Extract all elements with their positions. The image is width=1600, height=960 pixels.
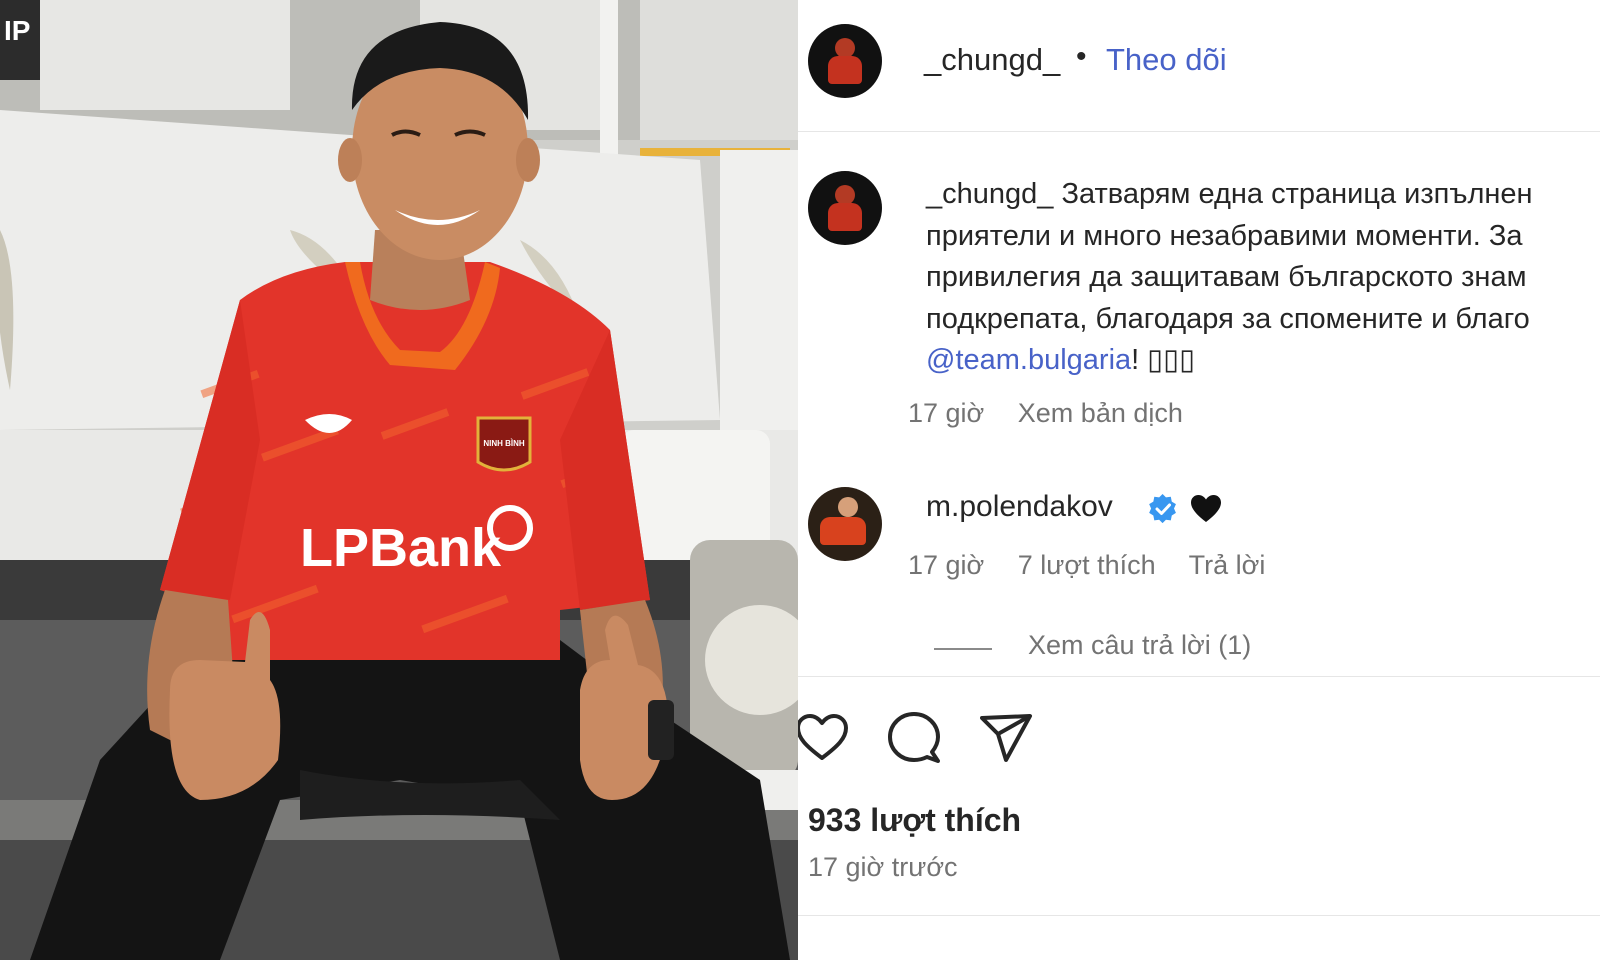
verified-badge-icon (1149, 494, 1176, 524)
bottom-divider (798, 915, 1600, 916)
post-header: _chungd_ • Theo dõi (798, 0, 1600, 132)
post-photo[interactable]: IP NINH BÌNH LPBank (0, 0, 798, 960)
translate-link[interactable]: Xem bản dịch (1018, 398, 1183, 428)
black-heart-icon (1191, 495, 1221, 522)
mention-link[interactable]: @team.bulgaria (926, 344, 1131, 376)
caption-line-3: привилегия да защитавам българското знам (926, 261, 1527, 293)
posted-time: 17 giờ trước (808, 852, 958, 882)
actions-divider (798, 676, 1600, 677)
player-photo-illustration: IP NINH BÌNH LPBank (0, 0, 798, 960)
comment-icon[interactable] (884, 708, 944, 768)
comment-time: 17 giờ (908, 550, 985, 580)
caption-line-2: приятели и много незабравими моменти. За (926, 219, 1523, 252)
instagram-post-panel: _chungd_ • Theo dõi _chungd_ Затварям ед… (798, 0, 1600, 960)
header-separator: • (1076, 40, 1087, 73)
comment-likes[interactable]: 7 lượt thích (1018, 550, 1156, 580)
corner-sign-text: IP (4, 15, 30, 46)
reply-button[interactable]: Trả lời (1189, 550, 1266, 580)
caption-text: _chungd_ Затварям една страница изпълнен… (926, 174, 1600, 382)
comment-meta: 17 giờ 7 lượt thích Trả lời (908, 550, 1291, 581)
caption-time: 17 giờ (908, 398, 985, 428)
commenter-avatar[interactable] (808, 487, 882, 561)
caption-avatar[interactable] (808, 171, 882, 245)
likes-count[interactable]: 933 lượt thích (808, 802, 1021, 839)
caption-line-4: подкрепата, благодаря за спомените и бла… (926, 302, 1530, 335)
heart-icon[interactable] (798, 708, 852, 768)
shirt-sponsor-text: LPBank (300, 518, 502, 578)
badge-text: NINH BÌNH (483, 439, 525, 448)
caption-line-1: Затварям една страница изпълнен (1061, 178, 1533, 210)
caption-meta: 17 giờ Xem bản dịch (908, 398, 1209, 429)
commenter-username[interactable]: m.polendakov (926, 490, 1113, 524)
caption-suffix: ! ▯▯▯ (1131, 344, 1196, 376)
follow-button[interactable]: Theo dõi (1106, 42, 1227, 78)
author-username[interactable]: _chungd_ (924, 42, 1060, 78)
author-avatar[interactable] (808, 24, 882, 98)
replies-divider (934, 648, 992, 650)
caption-username[interactable]: _chungd_ (926, 178, 1053, 210)
share-icon[interactable] (976, 708, 1036, 768)
view-replies-button[interactable]: Xem câu trả lời (1) (1028, 630, 1251, 661)
